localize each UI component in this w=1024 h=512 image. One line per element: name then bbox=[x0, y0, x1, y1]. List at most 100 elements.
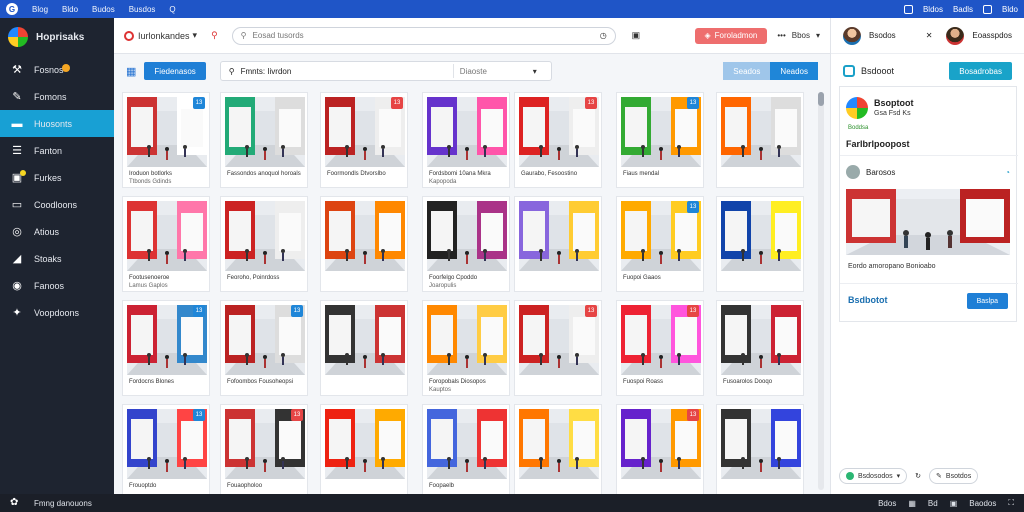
topbar-right-2[interactable]: Badls bbox=[953, 5, 973, 14]
gallery-card[interactable]: Fassondos anoquol horoals bbox=[220, 92, 308, 188]
sidebar-item-10[interactable]: ✦ Voopdoons bbox=[0, 299, 114, 326]
gallery-card[interactable]: Footusenoeroe Lamus Gaplos bbox=[122, 196, 210, 292]
sidebar-item-2[interactable]: ✎ Fomons bbox=[0, 83, 114, 110]
scrollbar-thumb[interactable] bbox=[818, 92, 824, 106]
avatar[interactable] bbox=[846, 165, 860, 179]
gallery-card[interactable]: 13 Foormondls Dtvorslbo bbox=[320, 92, 408, 188]
sort-dropdown[interactable]: Diaoste ▾ bbox=[452, 64, 543, 78]
topbar-item-2[interactable]: Bldo bbox=[62, 5, 78, 14]
toggle-option-2[interactable]: Neados bbox=[770, 62, 818, 80]
gallery-card[interactable]: Fusoarolos Dooqo bbox=[716, 300, 804, 396]
primary-red-button[interactable]: ◈ Foroladmon bbox=[694, 27, 768, 44]
bottom-item-1[interactable]: Bdos bbox=[878, 499, 896, 508]
fullscreen-icon[interactable]: ⛶ bbox=[1008, 498, 1014, 508]
store-thumbnail[interactable] bbox=[721, 305, 801, 375]
store-thumbnail[interactable] bbox=[721, 409, 801, 479]
store-thumbnail[interactable] bbox=[427, 305, 507, 375]
store-thumbnail[interactable] bbox=[325, 305, 405, 375]
gallery-card[interactable]: 13 bbox=[616, 404, 704, 494]
topbar-item-4[interactable]: Busdos bbox=[129, 5, 156, 14]
gallery-card[interactable]: Foopaelb bbox=[422, 404, 510, 494]
topbar-item-1[interactable]: Blog bbox=[32, 5, 48, 14]
gallery-card[interactable]: 13 Fouaopholoo bbox=[220, 404, 308, 494]
location-selector[interactable]: Iurlonkandes ▾ bbox=[124, 30, 197, 41]
window-icon[interactable] bbox=[903, 4, 913, 14]
gallery-card[interactable] bbox=[716, 92, 804, 188]
bottom-item-3[interactable]: Baodos bbox=[969, 499, 996, 508]
store-thumbnail[interactable] bbox=[519, 409, 599, 479]
sidebar-item-3[interactable]: ▬ Huosonts bbox=[0, 110, 114, 137]
grid-view-icon[interactable]: ▦ bbox=[126, 65, 136, 78]
grid-icon[interactable]: ▦ bbox=[908, 499, 916, 508]
gallery-card[interactable] bbox=[716, 196, 804, 292]
gallery-card[interactable]: 13 Iroduon botlorks Ttbonds Gdinds bbox=[122, 92, 210, 188]
bottom-item-2[interactable]: Bd bbox=[928, 499, 938, 508]
sidebar-item-4[interactable]: ☰ Fanton bbox=[0, 137, 114, 164]
user-name-2[interactable]: Eoasspdos bbox=[972, 31, 1012, 40]
topbar-right-3[interactable]: Bldo bbox=[1002, 5, 1018, 14]
store-thumbnail[interactable] bbox=[721, 201, 801, 271]
clock-icon[interactable]: ◷ bbox=[600, 31, 607, 40]
gallery-card[interactable] bbox=[320, 196, 408, 292]
sidebar-item-8[interactable]: ◢ Stoaks bbox=[0, 245, 114, 272]
store-photo[interactable] bbox=[846, 189, 1010, 255]
topbar-right-1[interactable]: Bldos bbox=[923, 5, 943, 14]
store-thumbnail[interactable] bbox=[427, 97, 507, 167]
gallery-card[interactable] bbox=[320, 300, 408, 396]
gallery-card[interactable]: 13 Frouoptdo bbox=[122, 404, 210, 494]
refresh-icon[interactable]: ↻ bbox=[915, 472, 921, 480]
avatar[interactable] bbox=[843, 26, 861, 45]
image-icon[interactable]: ▣ bbox=[950, 499, 958, 508]
app-logo[interactable]: G bbox=[6, 3, 18, 15]
gallery-card[interactable]: 13 Fuospoi Roass bbox=[616, 300, 704, 396]
sidebar-item-6[interactable]: ▭ Coodloons bbox=[0, 191, 114, 218]
gallery-card[interactable] bbox=[514, 196, 602, 292]
sidebar-brand[interactable]: Hoprisaks bbox=[0, 18, 114, 56]
store-thumbnail[interactable] bbox=[127, 201, 207, 271]
store-thumbnail[interactable] bbox=[325, 409, 405, 479]
sidebar-item-7[interactable]: ◎ Atious bbox=[0, 218, 114, 245]
gallery-card[interactable] bbox=[514, 404, 602, 494]
topbar-item-3[interactable]: Budos bbox=[92, 5, 115, 14]
gallery-card[interactable]: Fordsbomi 10ana Mkra Kapopoda bbox=[422, 92, 510, 188]
sidebar-item-5[interactable]: ▣ Furkes bbox=[0, 164, 114, 191]
gallery-search-input[interactable]: ⚲ Fmnts: Iivrdon Diaoste ▾ bbox=[219, 61, 552, 81]
store-thumbnail[interactable] bbox=[721, 97, 801, 167]
section-action-button[interactable]: Bosadrobas bbox=[949, 62, 1012, 80]
store-thumbnail[interactable] bbox=[225, 97, 305, 167]
gallery-card[interactable]: 13 Fuopoi Gaaos bbox=[616, 196, 704, 292]
store-thumbnail[interactable] bbox=[427, 409, 507, 479]
filter-button[interactable]: Fiedenasos bbox=[144, 62, 206, 80]
window-icon-2[interactable] bbox=[982, 4, 992, 14]
toggle-option-1[interactable]: Seados bbox=[723, 62, 771, 80]
close-icon[interactable]: ✕ bbox=[926, 31, 933, 40]
poster-name[interactable]: Barosos bbox=[866, 168, 895, 177]
sidebar-item-9[interactable]: ◉ Fanoos bbox=[0, 272, 114, 299]
pin-icon[interactable]: ⚲ bbox=[211, 30, 218, 41]
avatar-2[interactable] bbox=[946, 26, 965, 45]
store-thumbnail[interactable] bbox=[427, 201, 507, 271]
search-input[interactable]: ⚲ Eosad tusords ◷ bbox=[231, 26, 616, 45]
gallery-card[interactable]: 13 Fiaus mendal bbox=[616, 92, 704, 188]
status-pill[interactable]: Bsdosodos ▾ bbox=[839, 468, 908, 484]
gallery-card[interactable] bbox=[716, 404, 804, 494]
gallery-card[interactable]: Foorfelgo Cpoddo Joaropulis bbox=[422, 196, 510, 292]
store-thumbnail[interactable] bbox=[325, 201, 405, 271]
gallery-card[interactable]: 13 bbox=[514, 300, 602, 396]
gallery-card[interactable]: 13 Fordocns Blones bbox=[122, 300, 210, 396]
gallery-card[interactable]: Feoroho, Poinrdoss bbox=[220, 196, 308, 292]
more-menu[interactable]: ••• Bbos ▾ bbox=[777, 31, 820, 40]
footer-button[interactable]: Baslpa bbox=[966, 293, 1008, 309]
gallery-card[interactable]: 13 Fofoombos Fousoheopsi bbox=[220, 300, 308, 396]
sidebar-item-1[interactable]: ⚒ Fosnos bbox=[0, 56, 114, 83]
secondary-pill[interactable]: ✎ Bsotdos bbox=[929, 468, 979, 484]
gallery-card[interactable]: 13 Gaurabo, Fesoostino bbox=[514, 92, 602, 188]
store-thumbnail[interactable] bbox=[519, 201, 599, 271]
topbar-item-5[interactable]: Q bbox=[169, 5, 175, 14]
store-thumbnail[interactable] bbox=[225, 201, 305, 271]
gallery-card[interactable]: Foropobals Diosopos Kauptos bbox=[422, 300, 510, 396]
gallery-card[interactable] bbox=[320, 404, 408, 494]
calendar-icon[interactable]: ▣ bbox=[632, 30, 641, 41]
gear-icon[interactable]: ✿ bbox=[10, 498, 20, 508]
user-name[interactable]: Bsodos bbox=[869, 31, 896, 40]
